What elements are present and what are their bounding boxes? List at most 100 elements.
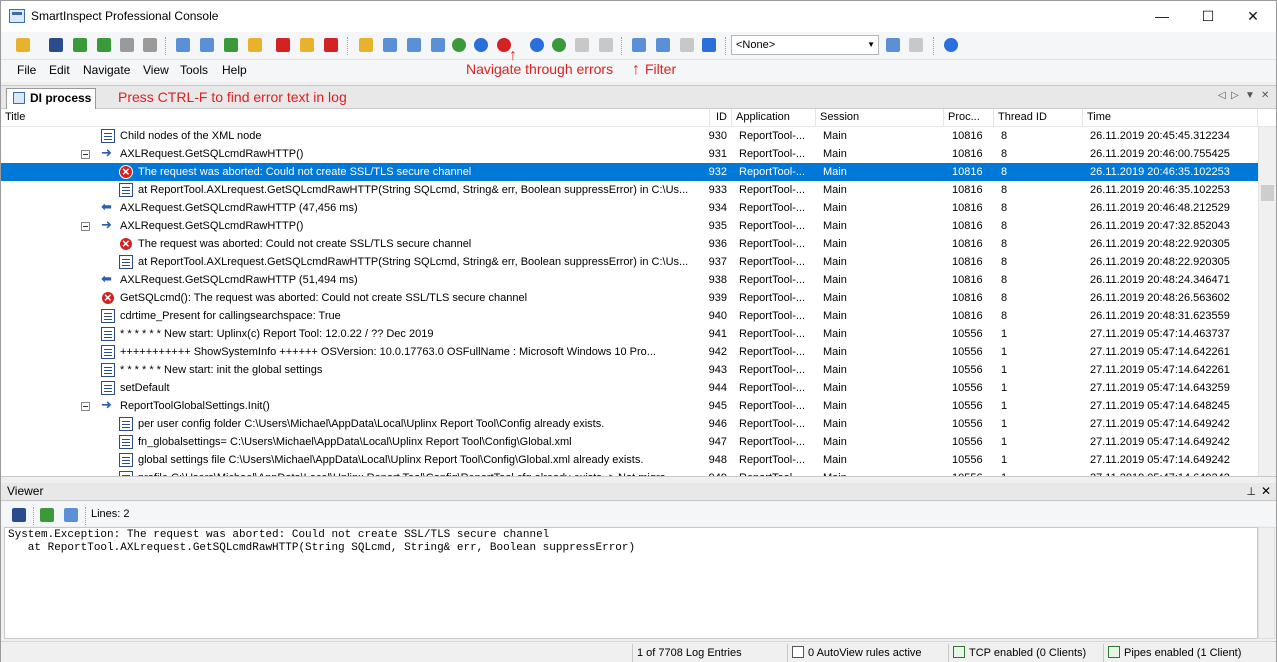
- table-row[interactable]: ➜ ReportToolGlobalSettings.Init() 945 Repor…: [1, 397, 1258, 415]
- collapse-icon[interactable]: [81, 402, 90, 411]
- collapse-icon[interactable]: [81, 222, 90, 231]
- close-window-button[interactable]: ✕: [1230, 1, 1276, 32]
- back-icon[interactable]: [572, 35, 592, 55]
- nav-next-blue-icon[interactable]: [527, 35, 547, 55]
- table-row[interactable]: ⬅ AXLRequest.GetSQLcmdRawHTTP (51,494 ms)…: [1, 271, 1258, 289]
- scrollbar-thumb[interactable]: [1261, 185, 1274, 201]
- chevron-down-icon[interactable]: ▼: [867, 36, 875, 54]
- cell-thread-id: 1: [1001, 418, 1008, 430]
- table-row[interactable]: at ReportTool.AXLrequest.GetSQLcmdRawHTT…: [1, 253, 1258, 271]
- tab-menu-button[interactable]: ▼: [1245, 90, 1255, 101]
- scroll-icon[interactable]: [380, 35, 400, 55]
- tab-prev-button[interactable]: ◁: [1218, 90, 1226, 101]
- table-row[interactable]: * * * * * * New start: init the global s…: [1, 361, 1258, 379]
- cell-process: 10556: [952, 469, 994, 476]
- minimize-button[interactable]: —: [1139, 1, 1185, 32]
- tab-close-button[interactable]: ✕: [1261, 90, 1269, 101]
- last-icon[interactable]: [428, 35, 448, 55]
- table-row[interactable]: Child nodes of the XML node 930 ReportTool…: [1, 127, 1258, 145]
- edit-icon[interactable]: [197, 35, 217, 55]
- table-row[interactable]: ⬅ AXLRequest.GetSQLcmdRawHTTP (47,456 ms)…: [1, 199, 1258, 217]
- filter-remove-icon[interactable]: [906, 35, 926, 55]
- maximize-button[interactable]: ☐: [1185, 1, 1231, 32]
- menu-help[interactable]: Help: [222, 63, 247, 77]
- table-row[interactable]: global settings file C:\Users\Michael\Ap…: [1, 451, 1258, 469]
- menu-edit[interactable]: Edit: [49, 63, 70, 77]
- cell-process: 10556: [952, 436, 983, 448]
- save-icon[interactable]: [9, 505, 29, 525]
- cell-session: Main: [823, 130, 847, 142]
- nav-first-green-icon[interactable]: [449, 35, 469, 55]
- filter-combo[interactable]: <None> ▼: [731, 35, 879, 55]
- collapse-icon[interactable]: [81, 150, 90, 159]
- table-row[interactable]: per user config folder C:\Users\Michael\…: [1, 415, 1258, 433]
- table-row[interactable]: The request was aborted: Could not creat…: [1, 235, 1258, 253]
- table-row[interactable]: ➜ AXLRequest.GetSQLcmdRawHTTP() 935 ReportT…: [1, 217, 1258, 235]
- cell-id: 942: [708, 346, 727, 358]
- save-icon[interactable]: [46, 35, 66, 55]
- export-icon[interactable]: [37, 505, 57, 525]
- table-row[interactable]: +++++++++++ ShowSystemInfo ++++++ OSVers…: [1, 343, 1258, 361]
- export-icon[interactable]: [70, 35, 90, 55]
- viewer-title: Viewer: [7, 484, 44, 498]
- col-time-header[interactable]: Time: [1083, 109, 1258, 127]
- cell-id: 930: [708, 130, 727, 142]
- message-icon: [119, 255, 133, 269]
- table-row[interactable]: * * * * * * New start: Uplinx(c) Report …: [1, 325, 1258, 343]
- col-session-header[interactable]: Session: [816, 109, 944, 127]
- find-icon[interactable]: [356, 35, 376, 55]
- cell-id: 947: [708, 436, 727, 448]
- pin-icon[interactable]: ⊥: [1246, 484, 1256, 501]
- filter-clear-icon[interactable]: [677, 35, 697, 55]
- cell-application: ReportTool-...: [739, 364, 806, 376]
- menu-view[interactable]: View: [143, 63, 169, 77]
- cell-id: 946: [708, 418, 727, 430]
- tab-next-button[interactable]: ▷: [1231, 90, 1239, 101]
- col-thread-id-header[interactable]: Thread ID: [994, 109, 1083, 127]
- log-grid-scrollbar[interactable]: [1258, 127, 1276, 476]
- table-row[interactable]: profile C:\Users\Michael\AppData\Local\U…: [1, 469, 1258, 476]
- viewer-close-button[interactable]: ✕: [1261, 483, 1271, 500]
- help-icon[interactable]: [941, 35, 961, 55]
- forward-icon[interactable]: [596, 35, 616, 55]
- table-row[interactable]: setDefault 944 ReportTool-... Main 10556 1 27.…: [1, 379, 1258, 397]
- cell-application: ReportTool-...: [739, 184, 806, 196]
- plugin-icon[interactable]: [245, 35, 265, 55]
- first-icon[interactable]: [404, 35, 424, 55]
- col-application-header[interactable]: Application: [732, 109, 816, 127]
- table-row[interactable]: GetSQLcmd(): The request was aborted: Co…: [1, 289, 1258, 307]
- nav-last-green-icon[interactable]: [549, 35, 569, 55]
- menu-tools[interactable]: Tools: [180, 63, 208, 77]
- table-row[interactable]: cdrtime_Present for callingsearchspace: …: [1, 307, 1258, 325]
- filter-view-icon[interactable]: [629, 35, 649, 55]
- tab-di-process[interactable]: DI process: [6, 88, 96, 109]
- viewer-scrollbar[interactable]: [1258, 527, 1275, 639]
- viewer-text[interactable]: System.Exception: The request was aborte…: [4, 527, 1258, 639]
- nav-prev-blue-icon[interactable]: [471, 35, 491, 55]
- open-icon[interactable]: [13, 35, 33, 55]
- clear-all-icon[interactable]: [321, 35, 341, 55]
- copy-icon[interactable]: [61, 505, 81, 525]
- table-row[interactable]: The request was aborted: Could not creat…: [1, 163, 1258, 181]
- col-title-header[interactable]: Title: [1, 109, 710, 127]
- clear-icon[interactable]: [297, 35, 317, 55]
- filter-edit-icon[interactable]: [883, 35, 903, 55]
- cell-application: ReportTool-...: [739, 166, 806, 178]
- autoscroll-icon[interactable]: [699, 35, 719, 55]
- menu-file[interactable]: File: [17, 63, 36, 77]
- import-icon[interactable]: [94, 35, 114, 55]
- separator-icon[interactable]: [221, 35, 241, 55]
- cell-session: Main: [823, 400, 847, 412]
- print-icon[interactable]: [140, 35, 160, 55]
- menu-navigate[interactable]: Navigate: [83, 63, 130, 77]
- filter-copy-icon[interactable]: [653, 35, 673, 55]
- table-row[interactable]: fn_globalsettings= C:\Users\Michael\AppD…: [1, 433, 1258, 451]
- table-row[interactable]: ➜ AXLRequest.GetSQLcmdRawHTTP() 931 ReportT…: [1, 145, 1258, 163]
- mail-icon[interactable]: [117, 35, 137, 55]
- col-process-header[interactable]: Proc...: [944, 109, 994, 127]
- table-row[interactable]: at ReportTool.AXLrequest.GetSQLcmdRawHTT…: [1, 181, 1258, 199]
- copy-icon[interactable]: [173, 35, 193, 55]
- delete-icon[interactable]: [273, 35, 293, 55]
- enter-method-icon: ➜: [101, 217, 112, 232]
- col-id-header[interactable]: ID: [710, 109, 732, 127]
